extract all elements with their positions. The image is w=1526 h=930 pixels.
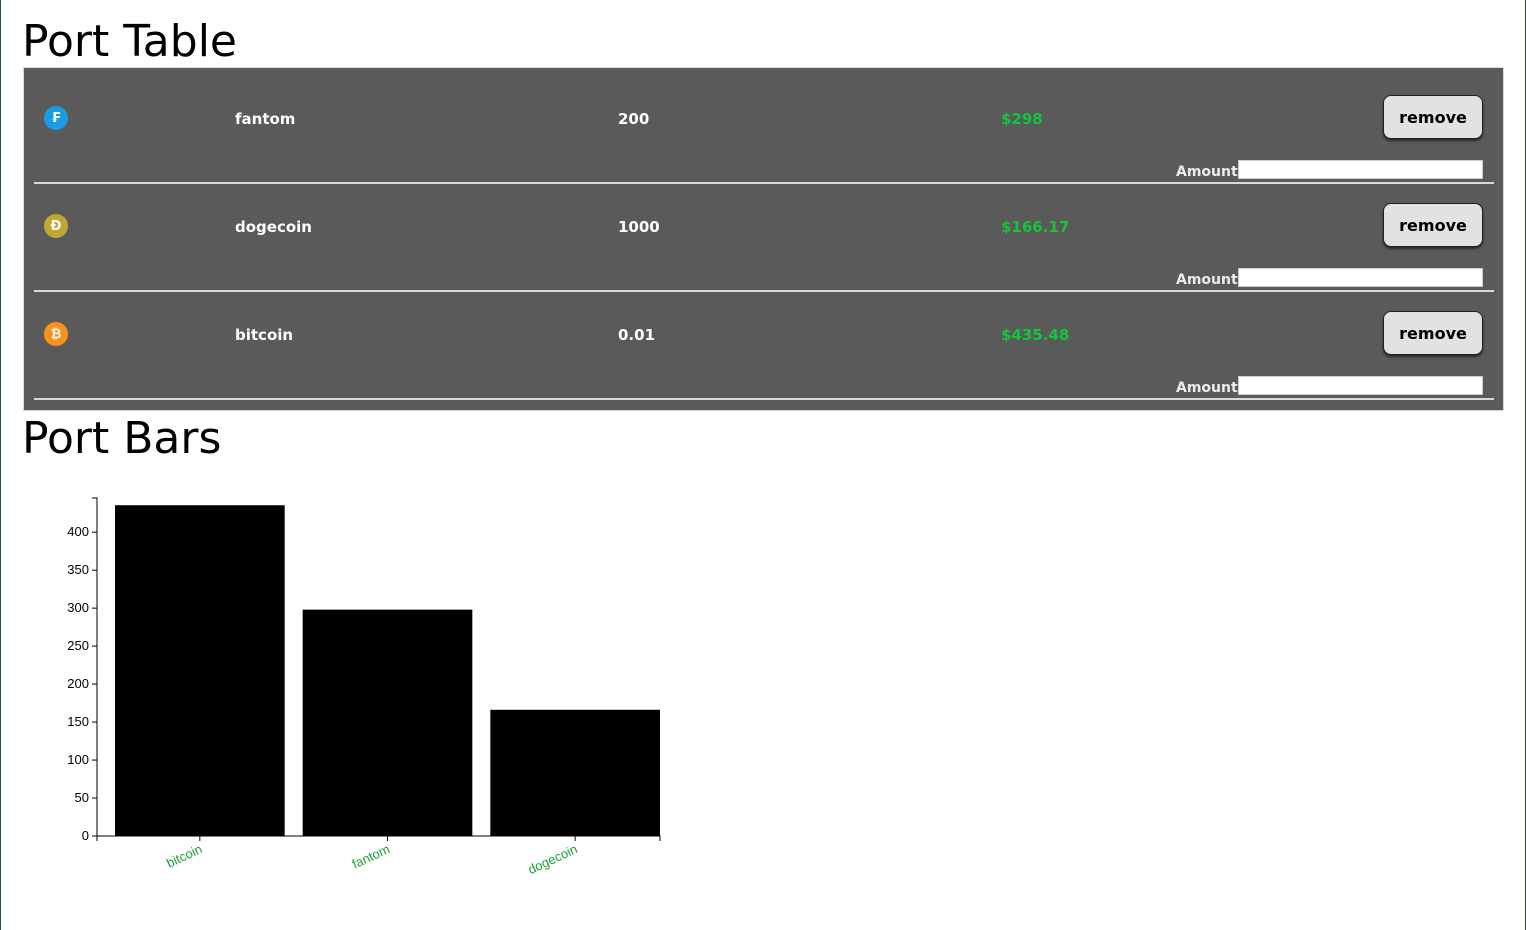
- coin-amount: 200: [618, 110, 650, 128]
- y-axis: 0 50 100 150 200 250 300 350 400: [67, 497, 98, 843]
- coin-name: fantom: [235, 110, 296, 128]
- x-tick-label: dogecoin: [526, 841, 580, 877]
- amount-label: Amount:: [1176, 164, 1244, 180]
- table-row: ₣ fantom 200 $298 remove Amount:: [34, 76, 1494, 184]
- y-tick-label: 200: [67, 676, 89, 691]
- port-table-heading: Port Table: [22, 16, 237, 67]
- fantom-icon: ₣: [44, 106, 68, 130]
- coin-amount: 1000: [618, 218, 660, 236]
- port-bars-chart: 0 50 100 150 200 250 300 350 400 bitcoin fantom do…: [67, 497, 661, 877]
- y-tick-label: 300: [67, 600, 89, 615]
- y-axis-line: [92, 497, 98, 837]
- y-tick-label: 400: [67, 524, 89, 539]
- coin-name: bitcoin: [235, 326, 294, 344]
- table-row: Ð dogecoin 1000 $166.17 remove Amount:: [34, 184, 1494, 292]
- bar-fantom: [302, 609, 473, 836]
- coin-amount: 0.01: [618, 326, 656, 344]
- y-tick-label: 150: [67, 714, 89, 729]
- amount-label: Amount:: [1176, 380, 1244, 396]
- y-tick-label: 250: [67, 638, 89, 653]
- x-tick-label: fantom: [350, 841, 392, 871]
- remove-button[interactable]: remove: [1383, 311, 1483, 355]
- bitcoin-icon: ₿: [44, 322, 68, 346]
- dogecoin-icon: Ð: [44, 214, 68, 238]
- remove-button[interactable]: remove: [1383, 95, 1483, 139]
- bar-dogecoin: [490, 709, 660, 836]
- amount-input[interactable]: [1238, 268, 1483, 287]
- amount-label: Amount:: [1176, 272, 1244, 288]
- y-tick-label: 0: [82, 828, 89, 843]
- x-axis: bitcoin fantom dogecoin: [96, 835, 661, 877]
- table-row: ₿ bitcoin 0.01 $435.48 remove Amount:: [34, 292, 1494, 400]
- coin-value: $298: [1001, 110, 1043, 128]
- port-table: ₣ fantom 200 $298 remove Amount: Ð dogec…: [23, 67, 1504, 411]
- port-bars-heading: Port Bars: [22, 413, 222, 464]
- remove-button[interactable]: remove: [1383, 203, 1483, 247]
- amount-input[interactable]: [1238, 160, 1483, 179]
- y-tick-label: 100: [67, 752, 89, 767]
- coin-value: $435.48: [1001, 326, 1070, 344]
- amount-input[interactable]: [1238, 376, 1483, 395]
- bar-bitcoin: [115, 505, 285, 836]
- bars: [115, 505, 660, 836]
- x-tick-label: bitcoin: [164, 841, 204, 870]
- coin-value: $166.17: [1001, 218, 1070, 236]
- coin-name: dogecoin: [235, 218, 312, 236]
- y-tick-label: 50: [75, 790, 89, 805]
- y-tick-label: 350: [67, 562, 89, 577]
